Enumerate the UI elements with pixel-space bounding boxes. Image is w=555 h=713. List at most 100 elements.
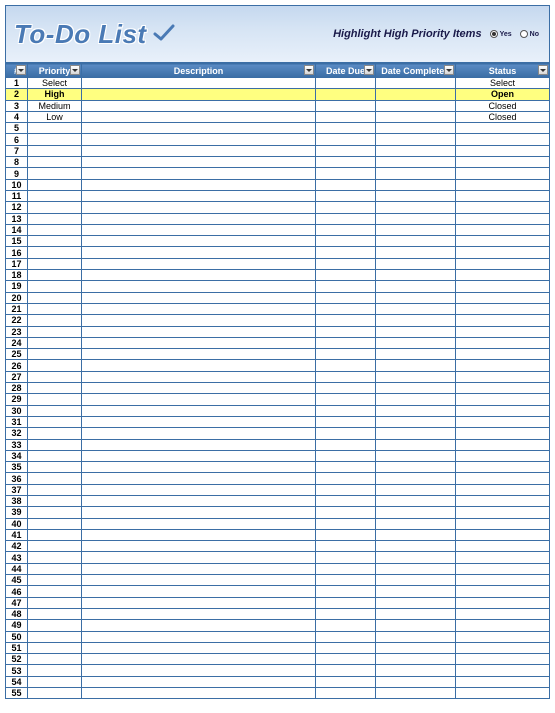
cell-priority[interactable] xyxy=(28,654,82,665)
cell-status[interactable] xyxy=(456,236,550,247)
cell-num[interactable]: 46 xyxy=(6,586,28,597)
cell-complete[interactable] xyxy=(376,586,456,597)
cell-priority[interactable] xyxy=(28,292,82,303)
cell-status[interactable] xyxy=(456,292,550,303)
cell-status[interactable] xyxy=(456,394,550,405)
cell-priority[interactable] xyxy=(28,281,82,292)
cell-complete[interactable] xyxy=(376,326,456,337)
cell-complete[interactable] xyxy=(376,394,456,405)
cell-description[interactable] xyxy=(82,439,316,450)
cell-due[interactable] xyxy=(316,247,376,258)
cell-priority[interactable] xyxy=(28,676,82,687)
cell-description[interactable] xyxy=(82,552,316,563)
cell-complete[interactable] xyxy=(376,597,456,608)
cell-due[interactable] xyxy=(316,620,376,631)
cell-priority[interactable] xyxy=(28,575,82,586)
cell-status[interactable] xyxy=(456,676,550,687)
cell-description[interactable] xyxy=(82,111,316,122)
cell-num[interactable]: 40 xyxy=(6,518,28,529)
cell-description[interactable] xyxy=(82,202,316,213)
cell-description[interactable] xyxy=(82,665,316,676)
cell-status[interactable] xyxy=(456,484,550,495)
cell-priority[interactable] xyxy=(28,405,82,416)
cell-due[interactable] xyxy=(316,654,376,665)
cell-description[interactable] xyxy=(82,123,316,134)
cell-description[interactable] xyxy=(82,360,316,371)
cell-due[interactable] xyxy=(316,688,376,699)
cell-description[interactable] xyxy=(82,326,316,337)
cell-priority[interactable] xyxy=(28,620,82,631)
filter-dropdown-icon[interactable] xyxy=(16,65,26,75)
cell-due[interactable] xyxy=(316,631,376,642)
cell-priority[interactable] xyxy=(28,541,82,552)
cell-num[interactable]: 37 xyxy=(6,484,28,495)
cell-status[interactable] xyxy=(456,123,550,134)
cell-due[interactable] xyxy=(316,168,376,179)
cell-num[interactable]: 44 xyxy=(6,563,28,574)
cell-num[interactable]: 51 xyxy=(6,642,28,653)
cell-due[interactable] xyxy=(316,597,376,608)
cell-priority[interactable] xyxy=(28,190,82,201)
cell-priority[interactable] xyxy=(28,631,82,642)
cell-status[interactable] xyxy=(456,326,550,337)
cell-priority[interactable] xyxy=(28,337,82,348)
cell-complete[interactable] xyxy=(376,213,456,224)
cell-priority[interactable] xyxy=(28,349,82,360)
cell-priority[interactable] xyxy=(28,608,82,619)
cell-complete[interactable] xyxy=(376,665,456,676)
cell-priority[interactable] xyxy=(28,586,82,597)
cell-due[interactable] xyxy=(316,462,376,473)
cell-priority[interactable] xyxy=(28,213,82,224)
cell-complete[interactable] xyxy=(376,168,456,179)
cell-complete[interactable] xyxy=(376,123,456,134)
cell-due[interactable] xyxy=(316,586,376,597)
filter-dropdown-icon[interactable] xyxy=(444,65,454,75)
cell-num[interactable]: 17 xyxy=(6,258,28,269)
cell-complete[interactable] xyxy=(376,631,456,642)
cell-num[interactable]: 29 xyxy=(6,394,28,405)
cell-due[interactable] xyxy=(316,416,376,427)
cell-status[interactable] xyxy=(456,405,550,416)
cell-description[interactable] xyxy=(82,247,316,258)
cell-num[interactable]: 18 xyxy=(6,270,28,281)
cell-complete[interactable] xyxy=(376,111,456,122)
cell-status[interactable] xyxy=(456,608,550,619)
cell-num[interactable]: 4 xyxy=(6,111,28,122)
cell-status[interactable] xyxy=(456,168,550,179)
cell-due[interactable] xyxy=(316,145,376,156)
cell-status[interactable] xyxy=(456,134,550,145)
cell-num[interactable]: 34 xyxy=(6,450,28,461)
cell-complete[interactable] xyxy=(376,462,456,473)
cell-status[interactable] xyxy=(456,563,550,574)
cell-due[interactable] xyxy=(316,383,376,394)
cell-due[interactable] xyxy=(316,190,376,201)
cell-description[interactable] xyxy=(82,371,316,382)
cell-priority[interactable] xyxy=(28,495,82,506)
cell-due[interactable] xyxy=(316,78,376,89)
cell-status[interactable] xyxy=(456,224,550,235)
cell-complete[interactable] xyxy=(376,190,456,201)
cell-description[interactable] xyxy=(82,541,316,552)
cell-status[interactable] xyxy=(456,247,550,258)
cell-due[interactable] xyxy=(316,665,376,676)
cell-priority[interactable] xyxy=(28,258,82,269)
cell-due[interactable] xyxy=(316,473,376,484)
cell-description[interactable] xyxy=(82,383,316,394)
cell-num[interactable]: 20 xyxy=(6,292,28,303)
cell-description[interactable] xyxy=(82,597,316,608)
cell-priority[interactable] xyxy=(28,394,82,405)
cell-num[interactable]: 11 xyxy=(6,190,28,201)
cell-priority[interactable] xyxy=(28,552,82,563)
cell-priority[interactable] xyxy=(28,473,82,484)
cell-priority[interactable] xyxy=(28,134,82,145)
cell-complete[interactable] xyxy=(376,620,456,631)
cell-num[interactable]: 1 xyxy=(6,78,28,89)
cell-description[interactable] xyxy=(82,676,316,687)
cell-num[interactable]: 41 xyxy=(6,529,28,540)
filter-dropdown-icon[interactable] xyxy=(364,65,374,75)
cell-description[interactable] xyxy=(82,529,316,540)
cell-description[interactable] xyxy=(82,224,316,235)
cell-priority[interactable] xyxy=(28,665,82,676)
cell-complete[interactable] xyxy=(376,371,456,382)
filter-dropdown-icon[interactable] xyxy=(538,65,548,75)
